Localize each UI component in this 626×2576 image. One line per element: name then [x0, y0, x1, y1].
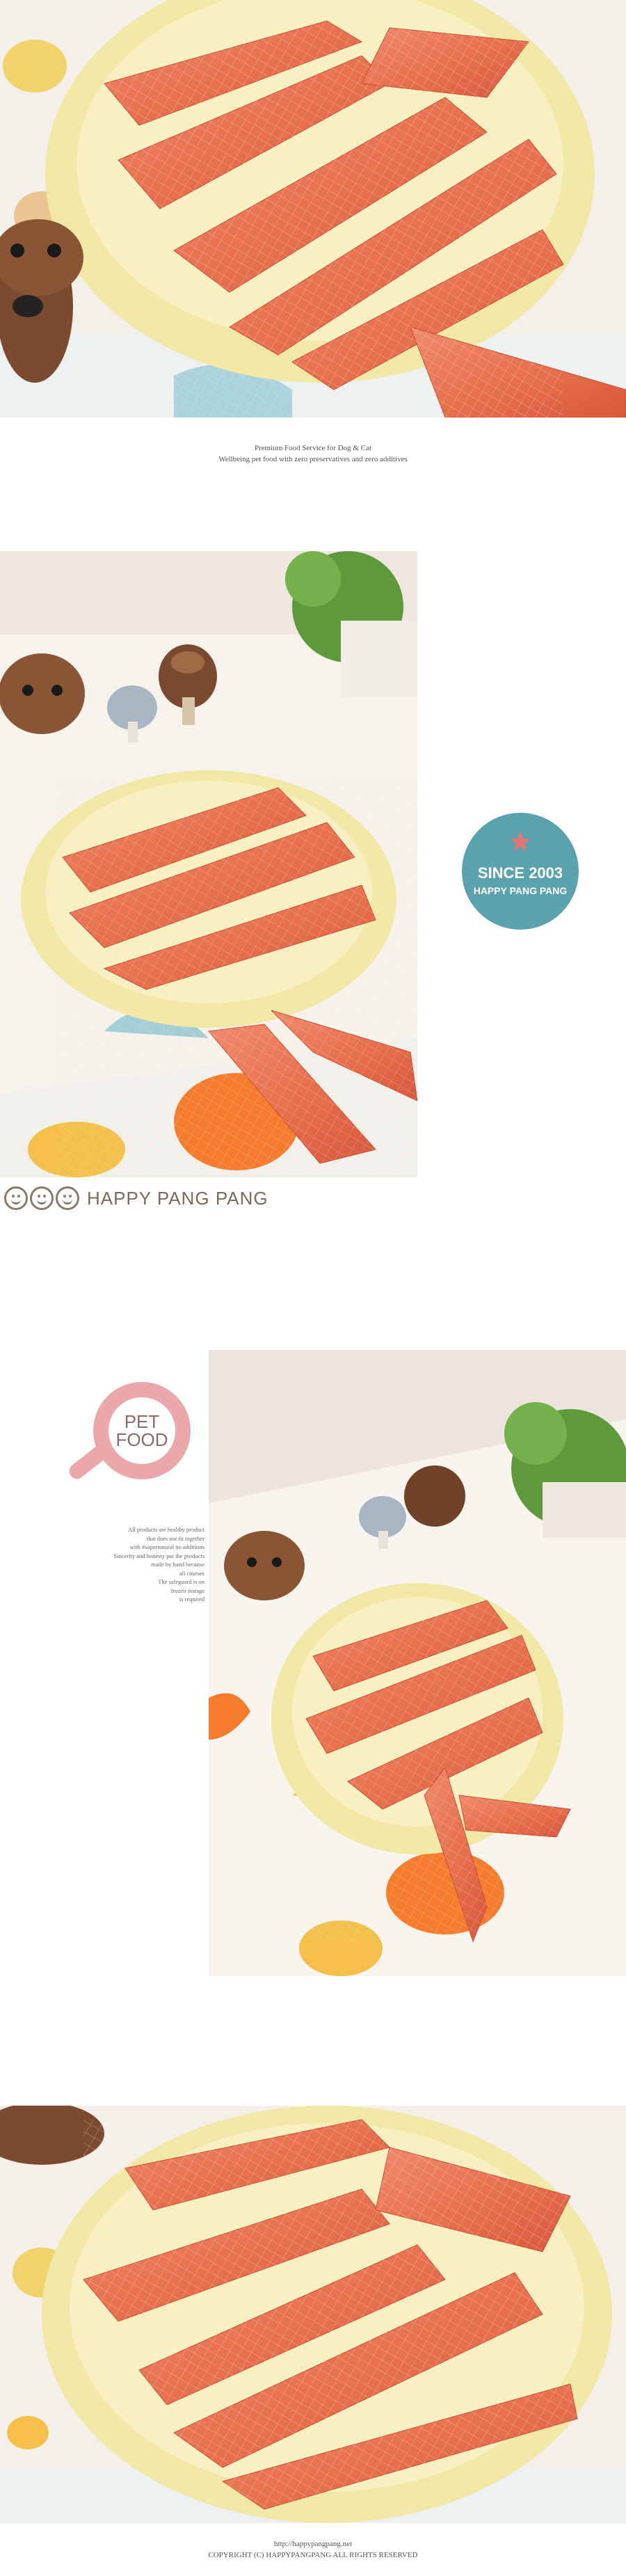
- pet-logo-line-1: PET: [124, 1411, 160, 1432]
- smiley-icon: [30, 1186, 54, 1210]
- description-line: all courses: [179, 1569, 204, 1577]
- description-line: All products are healthy product: [128, 1526, 204, 1533]
- star-icon: ★: [508, 827, 533, 857]
- since-2003-badge: ★ SINCE 2003 HAPPY PANG PANG: [462, 813, 579, 930]
- brand-name: HAPPY PANG PANG: [87, 1187, 268, 1209]
- intro-line-2: Wellbeing pet food with zero preservativ…: [218, 455, 408, 463]
- description-line: Sincerity and honesty put the products: [113, 1552, 204, 1559]
- product-photo-4: [0, 2106, 626, 2523]
- description-line: frozen storage: [170, 1587, 204, 1594]
- intro-line-1: Premium Food Service for Dog & Cat: [254, 444, 372, 452]
- description-line: with #supernatural no additions: [129, 1543, 204, 1550]
- page-footer: http://happypangpang.net COPYRIGHT (C) H…: [0, 2538, 626, 2561]
- product-description: All products are healthy product that do…: [97, 1525, 204, 1604]
- footer-url[interactable]: http://happypangpang.net: [0, 2538, 626, 2550]
- product-photo-3: [209, 1350, 626, 1976]
- product-photo-2: [0, 551, 417, 1177]
- smiley-icon: [56, 1186, 79, 1210]
- footer-copyright: COPYRIGHT (C) HAPPYPANGPANG ALL RIGHTS R…: [208, 2551, 418, 2559]
- description-line: that does not fit together: [146, 1534, 204, 1542]
- badge-line-1: SINCE 2003: [477, 864, 563, 882]
- brand-logo: HAPPY PANG PANG: [4, 1184, 268, 1212]
- pet-logo-line-2: FOOD: [115, 1429, 168, 1450]
- intro-caption: Premium Food Service for Dog & Cat Wellb…: [0, 443, 626, 465]
- pet-food-logo: PET FOOD: [66, 1381, 202, 1499]
- badge-line-2: HAPPY PANG PANG: [473, 885, 568, 896]
- smiley-icon: [4, 1186, 28, 1210]
- description-line: made by hand because: [151, 1561, 204, 1568]
- product-photo-1: [0, 0, 626, 418]
- description-line: The safeguard is on: [158, 1578, 204, 1585]
- description-line: is required: [179, 1596, 204, 1603]
